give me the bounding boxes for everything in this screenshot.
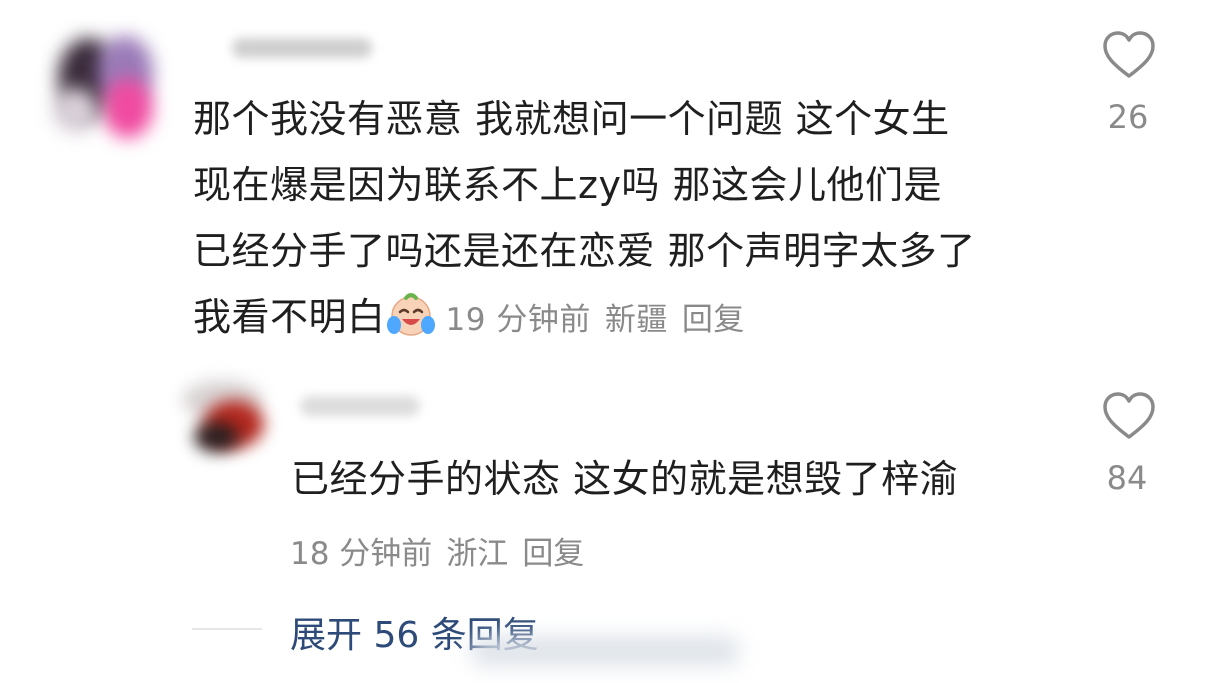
heart-outline-icon[interactable]	[1101, 30, 1157, 80]
comment-body: 那个我没有恶意 我就想问一个问题 这个女生 现在爆是因为联系不上zy吗 那这会儿…	[193, 86, 976, 353]
comment-time: 19 分钟前	[445, 302, 591, 338]
comment-meta: 19 分钟前 新疆 回复	[446, 302, 759, 338]
reply-button[interactable]: 回复	[682, 302, 745, 338]
reply-like-count: 84	[1106, 459, 1148, 497]
reply-meta: 18 分钟前 浙江 回复	[290, 528, 598, 573]
comment-line: 已经分手了吗还是还在恋爱 那个声明字太多了	[193, 229, 976, 273]
comment-line: 现在爆是因为联系不上zy吗 那这会儿他们是	[193, 163, 943, 207]
comment-last-line: 我看不明白 19 分钟前 新疆 回复	[193, 284, 976, 353]
reply-avatar[interactable]	[182, 372, 287, 462]
watermark	[470, 636, 740, 666]
reply-body: 已经分手的状态 这女的就是想毁了梓渝	[291, 457, 959, 501]
like-count: 26	[1107, 98, 1149, 136]
reply-time: 18 分钟前	[290, 536, 433, 572]
reply-location: 浙江	[446, 536, 509, 572]
reply-commenter-name[interactable]	[300, 396, 420, 416]
reply-reply-button[interactable]: 回复	[522, 536, 584, 572]
commenter-avatar[interactable]	[48, 18, 158, 146]
comment-line: 我看不明白	[193, 295, 386, 339]
divider	[192, 628, 262, 630]
crying-laughing-emoji-icon	[386, 293, 435, 336]
comment-location: 新疆	[604, 302, 668, 338]
comment-line: 那个我没有恶意 我就想问一个问题 这个女生	[193, 97, 950, 141]
commenter-name[interactable]	[232, 38, 372, 58]
heart-outline-icon[interactable]	[1101, 391, 1157, 441]
